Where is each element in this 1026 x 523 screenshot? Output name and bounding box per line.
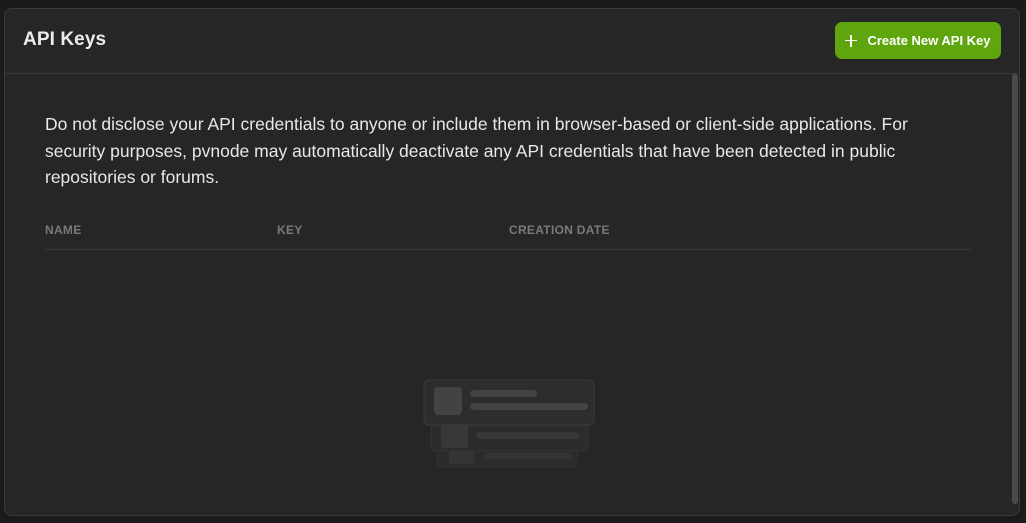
create-api-key-button-label: Create New API Key xyxy=(867,33,991,48)
column-header-name[interactable]: NAME xyxy=(45,223,82,237)
empty-list-illustration-icon xyxy=(423,379,595,468)
create-api-key-button[interactable]: Create New API Key xyxy=(835,22,1001,59)
api-keys-panel: API Keys Create New API Key Do not discl… xyxy=(4,8,1020,516)
security-notice: Do not disclose your API credentials to … xyxy=(45,114,908,187)
table-header: NAME KEY CREATION DATE xyxy=(45,213,971,250)
column-header-creation-date[interactable]: CREATION DATE xyxy=(509,223,610,237)
column-header-key[interactable]: KEY xyxy=(277,223,303,237)
panel-header: API Keys Create New API Key xyxy=(5,9,1019,74)
scrollbar[interactable] xyxy=(1011,74,1019,515)
page-title: API Keys xyxy=(23,29,107,50)
scrollbar-thumb[interactable] xyxy=(1012,74,1018,504)
plus-icon xyxy=(845,34,858,47)
